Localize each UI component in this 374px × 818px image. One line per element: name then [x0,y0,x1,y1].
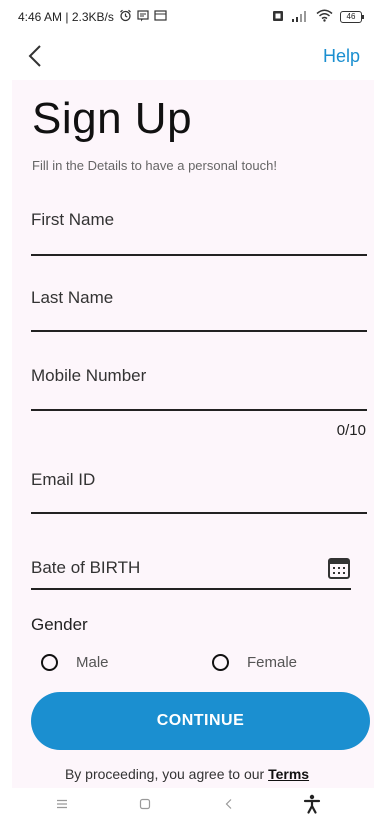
terms-link[interactable]: Terms [268,766,309,782]
system-back-button[interactable] [217,792,241,816]
mobile-char-counter: 0/10 [336,422,366,439]
calendar-button[interactable] [327,556,351,580]
last-name-field[interactable]: Last Name [31,288,367,336]
status-bar: 4:46 AM | 2.3KB/s 46 [0,0,374,34]
chevron-left-icon [28,45,41,67]
last-name-label: Last Name [31,288,114,307]
first-name-field[interactable]: First Name [31,210,367,258]
system-nav-bar [0,790,374,818]
email-field[interactable]: Email ID [31,470,367,518]
signup-card: Sign Up Fill in the Details to have a pe… [12,80,374,788]
mobile-number-underline [31,409,367,411]
alarm-icon [119,9,132,25]
notification-icon [137,9,149,25]
back-icon [225,799,232,809]
gender-option-female[interactable]: Female [212,654,297,671]
male-radio[interactable] [41,654,58,671]
sim-icon [272,10,284,25]
last-name-underline [31,330,367,332]
status-time: 4:46 AM | 2.3KB/s [18,10,114,24]
page-title: Sign Up [32,94,193,143]
date-of-birth-field[interactable]: Bate of BIRTH [31,558,351,592]
calendar-icon [328,558,350,579]
menu-icon [56,799,67,809]
screen-icon [154,10,167,24]
first-name-underline [31,254,367,256]
date-of-birth-label: Bate of BIRTH [31,558,141,577]
mobile-number-label: Mobile Number [31,366,147,385]
help-link[interactable]: Help [323,46,360,67]
home-icon [140,798,151,810]
wifi-icon [316,9,333,25]
accessibility-button[interactable] [300,792,324,816]
status-right: 46 [272,9,364,25]
female-radio[interactable] [212,654,229,671]
first-name-label: First Name [31,210,115,229]
terms-notice-text: By proceeding, you agree to our [64,766,265,782]
status-left: 4:46 AM | 2.3KB/s [18,9,167,25]
terms-notice: By proceeding, you agree to our Terms [0,766,374,782]
home-button[interactable] [133,792,157,816]
top-nav: Help [0,34,374,78]
email-label: Email ID [31,470,96,489]
mobile-number-field[interactable]: Mobile Number [31,366,367,414]
page-subtitle: Fill in the Details to have a personal t… [32,158,277,173]
female-radio-label: Female [247,654,298,671]
battery-icon: 46 [340,11,364,23]
accessibility-icon [304,794,321,814]
continue-button[interactable]: CONTINUE [31,692,370,750]
back-button[interactable] [28,41,52,71]
email-underline [31,512,367,514]
male-radio-label: Male [76,654,109,671]
signal-icon [291,10,309,25]
gender-label: Gender [31,615,88,634]
date-of-birth-underline [31,588,351,590]
gender-option-male[interactable]: Male [41,654,109,671]
menu-button[interactable] [50,792,74,816]
